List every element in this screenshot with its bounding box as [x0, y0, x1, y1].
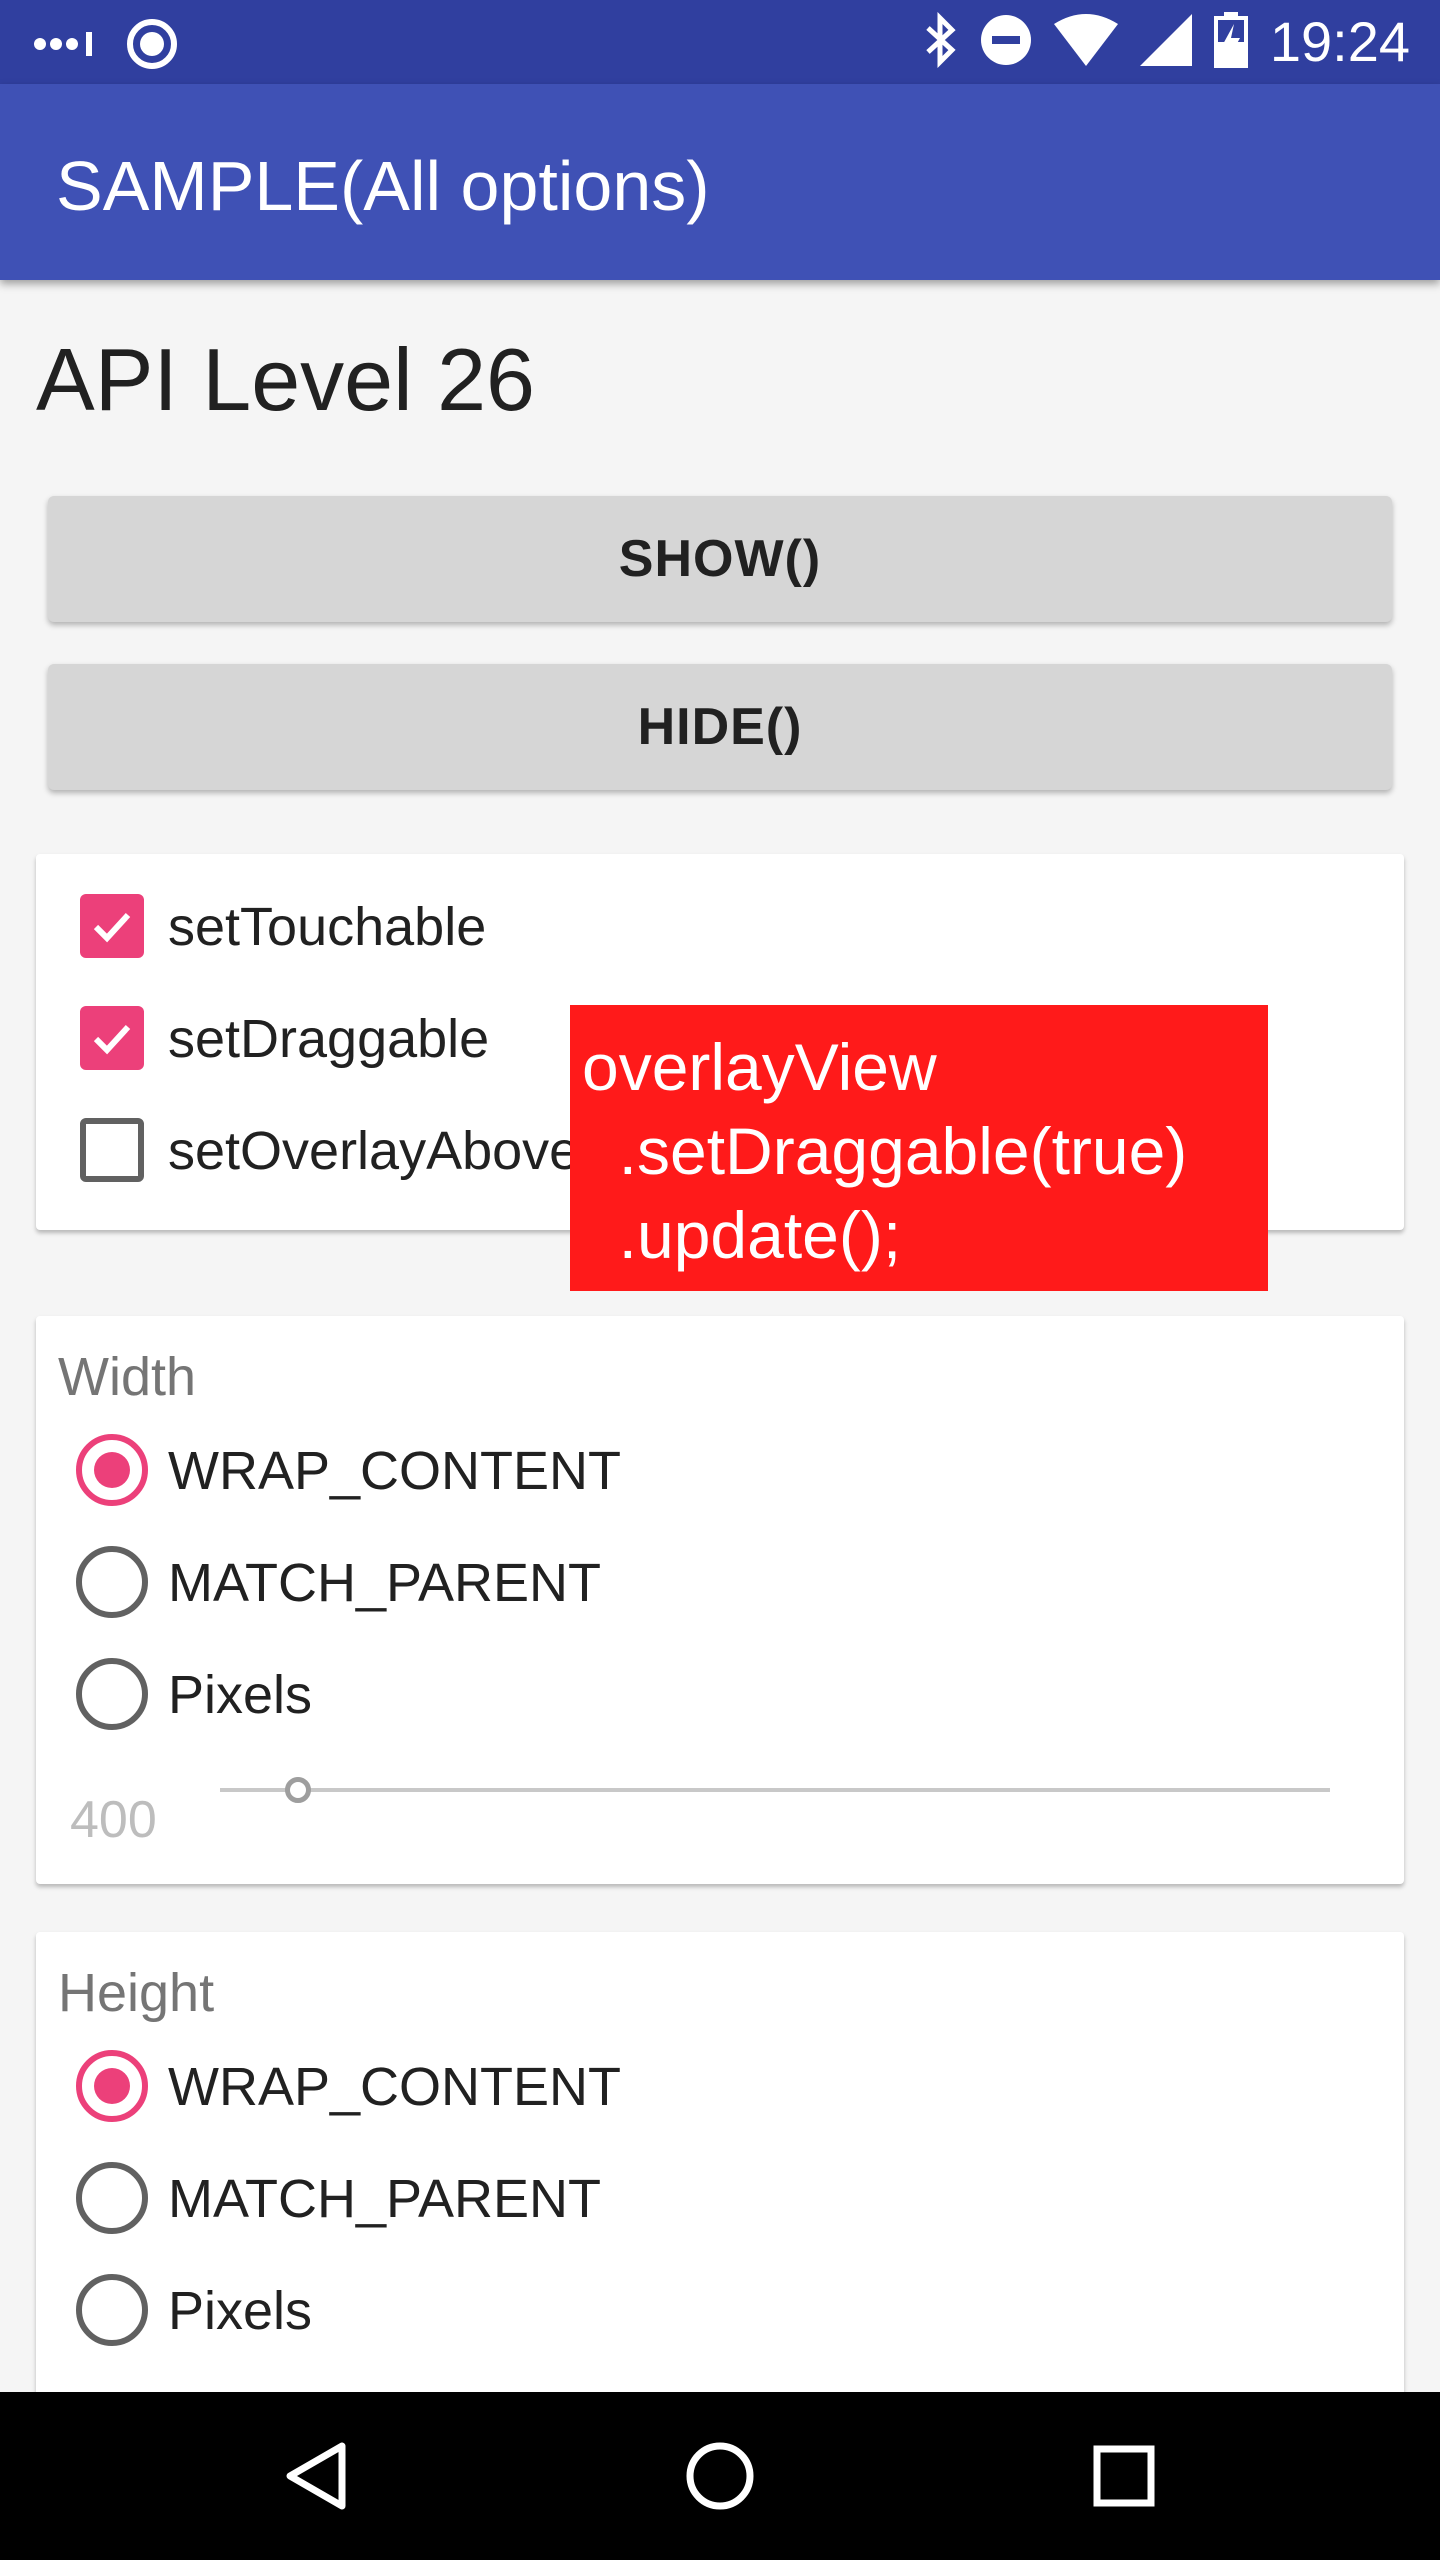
- radio-height-pixels[interactable]: [76, 2274, 148, 2346]
- do-not-disturb-icon: [980, 14, 1032, 71]
- check-icon: [93, 912, 131, 943]
- width-option-wrap-content[interactable]: WRAP_CONTENT: [36, 1420, 1404, 1520]
- radio-label: Pixels: [168, 1665, 313, 1725]
- signal-dots-icon: [34, 32, 98, 61]
- radio-label: MATCH_PARENT: [168, 1553, 602, 1613]
- bluetooth-icon: [924, 11, 958, 73]
- battery-charging-icon: [1213, 11, 1248, 73]
- status-time: 19:24: [1269, 10, 1410, 73]
- recents-icon[interactable]: [1082, 2434, 1166, 2518]
- cell-signal-icon: [1139, 13, 1192, 71]
- checkbox-set-overlay-above-navigation-bar[interactable]: [80, 1118, 144, 1182]
- width-seekbar[interactable]: [220, 1788, 1330, 1792]
- main-content[interactable]: API Level 26 SHOW() HIDE() setTouchable …: [0, 280, 1440, 2392]
- radio-width-match-parent[interactable]: [76, 1546, 148, 1618]
- radio-label: Pixels: [168, 2281, 313, 2341]
- width-pixels-value: 400: [70, 1791, 157, 1849]
- width-card: Width WRAP_CONTENT MATCH_PARENT Pixels 4…: [36, 1316, 1404, 1884]
- app-notification-icon: [126, 18, 178, 75]
- show-button[interactable]: SHOW(): [48, 496, 1392, 622]
- height-option-match-parent[interactable]: MATCH_PARENT: [36, 2148, 1404, 2248]
- back-icon[interactable]: [274, 2434, 358, 2518]
- option-label: setDraggable: [168, 1009, 490, 1069]
- option-set-touchable[interactable]: setTouchable: [36, 876, 1404, 976]
- width-section-title: Width: [58, 1347, 197, 1407]
- height-section-title: Height: [58, 1963, 215, 2023]
- radio-height-wrap-content[interactable]: [76, 2050, 148, 2122]
- checkbox-set-touchable[interactable]: [80, 894, 144, 958]
- width-seekbar-thumb[interactable]: [284, 1777, 311, 1803]
- hide-button[interactable]: HIDE(): [48, 664, 1392, 790]
- width-option-pixels[interactable]: Pixels: [36, 1644, 1404, 1744]
- app-bar: SAMPLE(All options): [0, 84, 1440, 280]
- status-bar: 19:24: [0, 0, 1440, 84]
- radio-width-pixels[interactable]: [76, 1658, 148, 1730]
- height-option-wrap-content[interactable]: WRAP_CONTENT: [36, 2036, 1404, 2136]
- radio-label: MATCH_PARENT: [168, 2169, 602, 2229]
- navigation-bar: [0, 2392, 1440, 2560]
- api-level-heading: API Level 26: [36, 330, 535, 429]
- option-label: setTouchable: [168, 897, 487, 957]
- home-icon[interactable]: [678, 2434, 762, 2518]
- radio-label: WRAP_CONTENT: [168, 2057, 622, 2117]
- height-option-pixels[interactable]: Pixels: [36, 2260, 1404, 2360]
- app-title: SAMPLE(All options): [56, 147, 710, 225]
- checkbox-set-draggable[interactable]: [80, 1006, 144, 1070]
- check-icon: [93, 1024, 131, 1055]
- wifi-icon: [1053, 13, 1118, 71]
- radio-label: WRAP_CONTENT: [168, 1441, 622, 1501]
- width-option-match-parent[interactable]: MATCH_PARENT: [36, 1532, 1404, 1632]
- overlay-view[interactable]: overlayView .setDraggable(true) .update(…: [570, 1005, 1268, 1291]
- radio-width-wrap-content[interactable]: [76, 1434, 148, 1506]
- height-card: Height WRAP_CONTENT MATCH_PARENT Pixels: [36, 1932, 1404, 2392]
- radio-height-match-parent[interactable]: [76, 2162, 148, 2234]
